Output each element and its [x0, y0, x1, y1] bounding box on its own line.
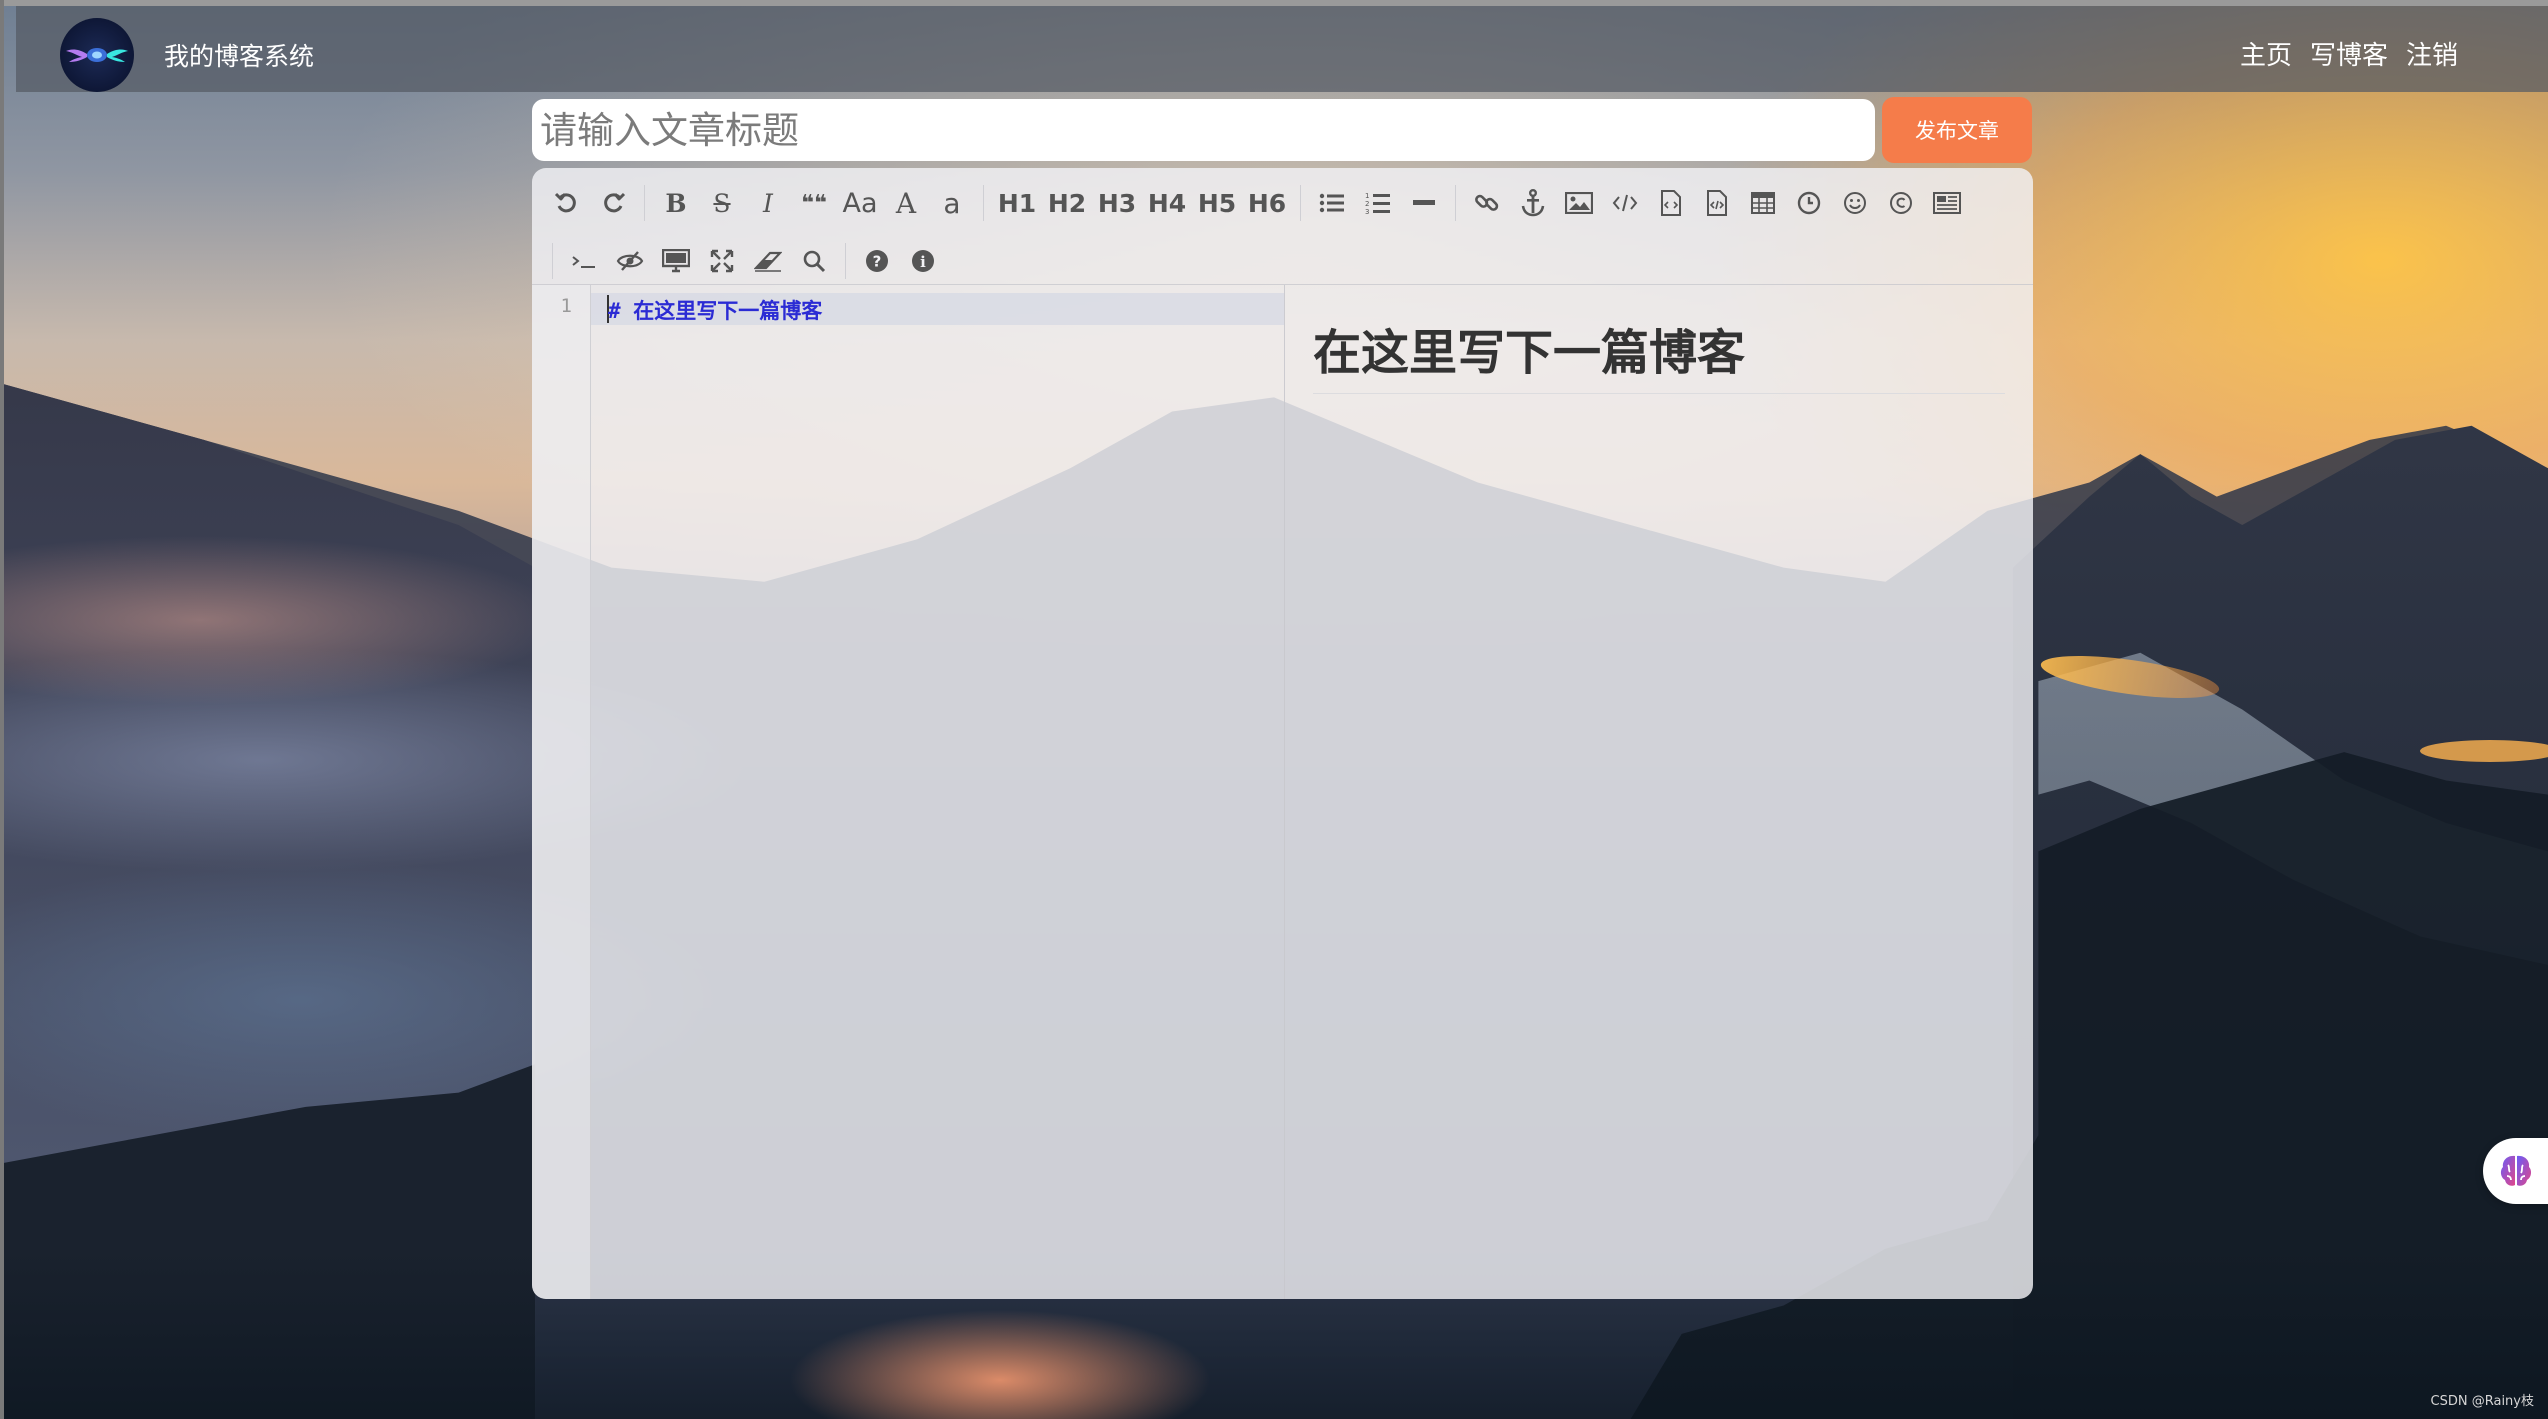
preformatted-text-icon[interactable] — [1648, 180, 1694, 226]
toolbar-divider — [644, 185, 645, 221]
italic-icon[interactable]: I — [745, 180, 791, 226]
strikethrough-icon[interactable]: S — [699, 180, 745, 226]
ordered-list-icon[interactable]: 123 — [1355, 180, 1401, 226]
preview-heading: 在这里写下一篇博客 — [1313, 313, 2005, 394]
markdown-code-pane[interactable]: 1 # 在这里写下一篇博客 — [532, 285, 1285, 1299]
h1-button[interactable]: H1 — [992, 180, 1042, 226]
editor-toolbar: B S I ❝❝ Aa A a H1 H2 H3 H4 H5 H6 123 ? … — [532, 168, 2033, 285]
toolbar-divider — [552, 243, 553, 279]
horizontal-rule-icon[interactable] — [1401, 180, 1447, 226]
nav-link-home[interactable]: 主页 — [2240, 35, 2292, 72]
watch-eye-slash-icon[interactable] — [607, 238, 653, 284]
svg-text:1: 1 — [1365, 192, 1369, 200]
h3-button[interactable]: H3 — [1092, 180, 1142, 226]
svg-text:3: 3 — [1365, 208, 1369, 215]
link-icon[interactable] — [1464, 180, 1510, 226]
toolbar-row-2: ? i — [544, 238, 946, 284]
article-title-input[interactable] — [532, 99, 1875, 161]
nav-links: 主页 写博客 注销 — [2240, 35, 2458, 72]
lowercase-icon[interactable]: a — [929, 180, 975, 226]
winged-orb-logo-icon[interactable] — [60, 18, 134, 92]
toolbar-divider — [1300, 185, 1301, 221]
code-block-icon[interactable] — [1694, 180, 1740, 226]
code-icon[interactable] — [1602, 180, 1648, 226]
navbar: 我的博客系统 主页 写博客 注销 — [16, 6, 2548, 92]
toolbar-divider — [845, 243, 846, 279]
h5-button[interactable]: H5 — [1192, 180, 1242, 226]
ucwords-icon[interactable]: A — [883, 180, 929, 226]
nav-link-logout[interactable]: 注销 — [2406, 35, 2458, 72]
clear-eraser-icon[interactable] — [745, 238, 791, 284]
html-entities-icon[interactable] — [1878, 180, 1924, 226]
search-icon[interactable] — [791, 238, 837, 284]
brain-icon — [2500, 1155, 2532, 1186]
window-left-edge — [0, 0, 4, 1419]
svg-text:i: i — [920, 253, 926, 271]
h4-button[interactable]: H4 — [1142, 180, 1192, 226]
quote-icon[interactable]: ❝❝ — [791, 180, 837, 226]
bold-icon[interactable]: B — [653, 180, 699, 226]
toolbar-divider — [983, 185, 984, 221]
line-number-gutter: 1 — [532, 285, 591, 1299]
h2-button[interactable]: H2 — [1042, 180, 1092, 226]
info-icon[interactable]: i — [900, 238, 946, 284]
preview-desktop-icon[interactable] — [653, 238, 699, 284]
anchor-icon[interactable] — [1510, 180, 1556, 226]
site-title: 我的博客系统 — [164, 42, 315, 71]
redo-icon[interactable] — [590, 180, 636, 226]
datetime-icon[interactable] — [1786, 180, 1832, 226]
help-question-icon[interactable]: ? — [854, 238, 900, 284]
watermark: CSDN @Rainy枝 — [2430, 1394, 2534, 1409]
code-line[interactable]: # 在这里写下一篇博客 — [608, 295, 822, 325]
image-icon[interactable] — [1556, 180, 1602, 226]
toolbar-row-1: B S I ❝❝ Aa A a H1 H2 H3 H4 H5 H6 123 — [544, 180, 1970, 226]
unordered-list-icon[interactable] — [1309, 180, 1355, 226]
svg-text:?: ? — [873, 253, 882, 271]
emoji-icon[interactable] — [1832, 180, 1878, 226]
line-number: 1 — [560, 295, 572, 317]
h6-button[interactable]: H6 — [1242, 180, 1292, 226]
nav-link-write-blog[interactable]: 写博客 — [2310, 35, 2388, 72]
toolbar-divider — [1455, 185, 1456, 221]
fullscreen-arrows-icon[interactable] — [699, 238, 745, 284]
floating-assistant-widget[interactable] — [2483, 1138, 2548, 1204]
table-icon[interactable] — [1740, 180, 1786, 226]
markdown-editor: B S I ❝❝ Aa A a H1 H2 H3 H4 H5 H6 123 ? … — [532, 168, 2033, 1299]
svg-text:2: 2 — [1365, 200, 1369, 208]
goto-line-terminal-icon[interactable] — [561, 238, 607, 284]
uppercase-icon[interactable]: Aa — [837, 180, 883, 226]
undo-icon[interactable] — [544, 180, 590, 226]
pagebreak-icon[interactable] — [1924, 180, 1970, 226]
markdown-preview-pane: 在这里写下一篇博客 — [1285, 285, 2033, 1299]
publish-article-button[interactable]: 发布文章 — [1882, 97, 2032, 163]
